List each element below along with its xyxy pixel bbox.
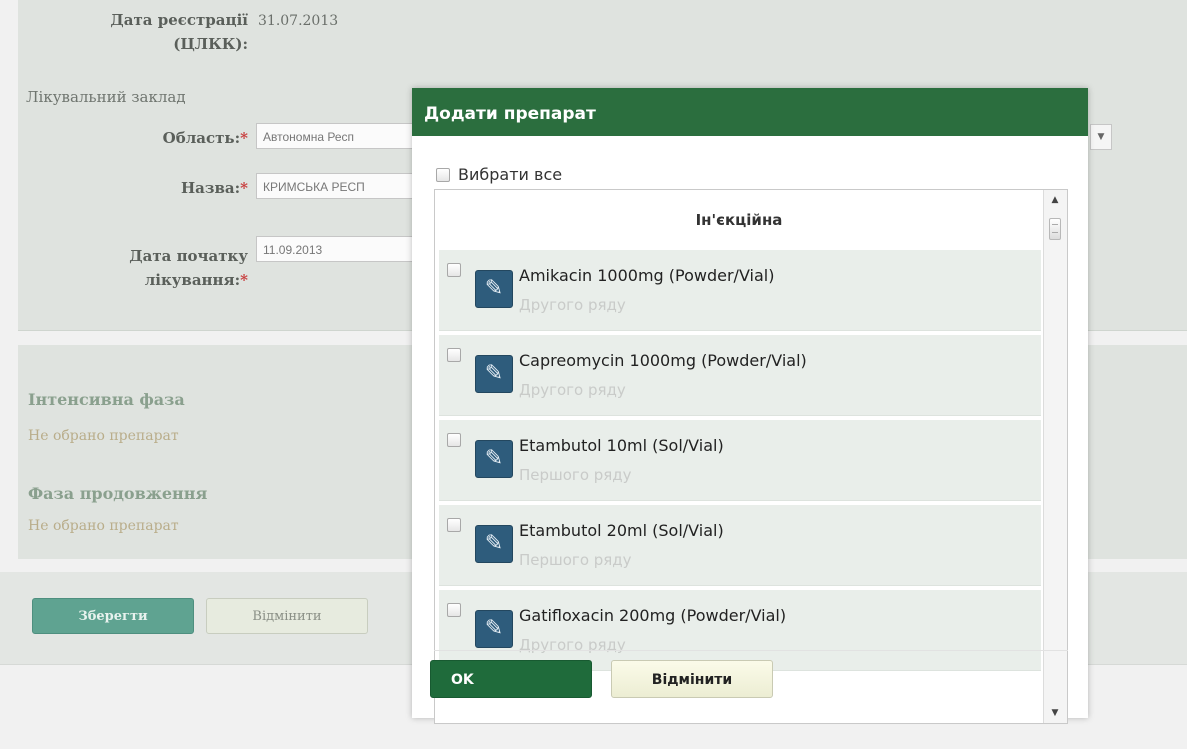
syringe-icon: ✎	[475, 440, 513, 478]
drug-list-content: Ін'єкційна ✎ Amikacin 1000mg (Powder/Via…	[435, 190, 1043, 723]
start-date-label-line2: лікування:	[144, 271, 241, 289]
drug-name: Etambutol 10ml (Sol/Vial)	[519, 436, 724, 455]
drug-checkbox[interactable]	[447, 518, 461, 532]
region-label-text: Область:	[162, 129, 241, 147]
select-arrow-icon[interactable]: ▼	[1090, 124, 1112, 150]
start-date-input[interactable]: 11.09.2013	[256, 236, 416, 262]
intensive-phase-empty: Не обрано препарат	[28, 428, 179, 444]
continuation-phase-empty: Не обрано препарат	[28, 518, 179, 534]
syringe-icon: ✎	[475, 525, 513, 563]
drug-checkbox[interactable]	[447, 348, 461, 362]
add-drug-dialog: Додати препарат Вибрати все Ін'єкційна ✎…	[412, 88, 1088, 724]
scroll-up-icon[interactable]: ▲	[1047, 192, 1063, 208]
registration-date-label: Дата реєстрації (ЦЛКК):	[40, 8, 248, 56]
drug-line: Першого ряду	[519, 466, 632, 484]
required-mark: *	[240, 271, 248, 289]
required-mark: *	[240, 129, 248, 147]
scroll-down-icon[interactable]: ▼	[1047, 705, 1063, 721]
drug-line: Першого ряду	[519, 551, 632, 569]
dialog-cancel-button[interactable]: Відмінити	[611, 660, 773, 698]
select-all-checkbox[interactable]	[436, 167, 450, 182]
dialog-title: Додати препарат	[412, 88, 1088, 136]
drug-name: Gatifloxacin 200mg (Powder/Vial)	[519, 606, 787, 625]
drug-name: Amikacin 1000mg (Powder/Vial)	[519, 266, 775, 285]
drug-checkbox[interactable]	[447, 603, 461, 617]
drug-row[interactable]: ✎ Etambutol 10ml (Sol/Vial) Першого ряду	[439, 420, 1041, 501]
name-select[interactable]: КРИМСЬКА РЕСП	[256, 173, 416, 199]
drug-row[interactable]: ✎ Capreomycin 1000mg (Powder/Vial) Друго…	[439, 335, 1041, 416]
drug-line: Другого ряду	[519, 636, 626, 654]
drug-row[interactable]: ✎ Etambutol 20ml (Sol/Vial) Першого ряду	[439, 505, 1041, 586]
select-all-control[interactable]: Вибрати все	[436, 164, 562, 186]
facility-caption: Лікувальний заклад	[26, 88, 186, 106]
ok-button[interactable]: OK	[430, 660, 592, 698]
drug-checkbox[interactable]	[447, 263, 461, 277]
region-select[interactable]: Автономна Респ	[256, 123, 416, 149]
registration-date-label-line2: (ЦЛКК):	[173, 35, 248, 53]
start-date-label-line1: Дата початку	[129, 247, 248, 265]
save-button[interactable]: Зберегти	[32, 598, 194, 634]
intensive-phase-title: Інтенсивна фаза	[28, 390, 185, 409]
form-cancel-button[interactable]: Відмінити	[206, 598, 368, 634]
drug-name: Etambutol 20ml (Sol/Vial)	[519, 521, 724, 540]
syringe-icon: ✎	[475, 270, 513, 308]
scroll-thumb[interactable]	[1049, 218, 1061, 240]
region-label: Область:*	[40, 126, 248, 150]
name-label-text: Назва:	[180, 179, 241, 197]
drug-group-header: Ін'єкційна	[435, 190, 1043, 250]
syringe-icon: ✎	[475, 610, 513, 648]
registration-date-label-line1: Дата реєстрації	[110, 11, 248, 29]
dialog-divider	[434, 650, 1068, 651]
select-all-label[interactable]: Вибрати все	[458, 165, 562, 184]
list-scrollbar[interactable]: ▲ ▼	[1043, 190, 1067, 723]
drug-row[interactable]: ✎ Amikacin 1000mg (Powder/Vial) Другого …	[439, 250, 1041, 331]
name-label: Назва:*	[40, 176, 248, 200]
drug-row[interactable]: ✎ Gatifloxacin 200mg (Powder/Vial) Друго…	[439, 590, 1041, 671]
drug-checkbox[interactable]	[447, 433, 461, 447]
continuation-phase-title: Фаза продовження	[28, 484, 208, 503]
drug-line: Другого ряду	[519, 381, 626, 399]
drug-name: Capreomycin 1000mg (Powder/Vial)	[519, 351, 807, 370]
start-date-label-line2-wrap: лікування:*	[40, 268, 248, 292]
drug-line: Другого ряду	[519, 296, 626, 314]
registration-date-value: 31.07.2013	[258, 13, 339, 29]
start-date-label: Дата початку лікування:*	[40, 244, 248, 292]
syringe-icon: ✎	[475, 355, 513, 393]
drug-list: Ін'єкційна ✎ Amikacin 1000mg (Powder/Via…	[434, 189, 1068, 724]
page: Дата реєстрації (ЦЛКК): 31.07.2013 Лікув…	[0, 0, 1187, 749]
required-mark: *	[240, 179, 248, 197]
